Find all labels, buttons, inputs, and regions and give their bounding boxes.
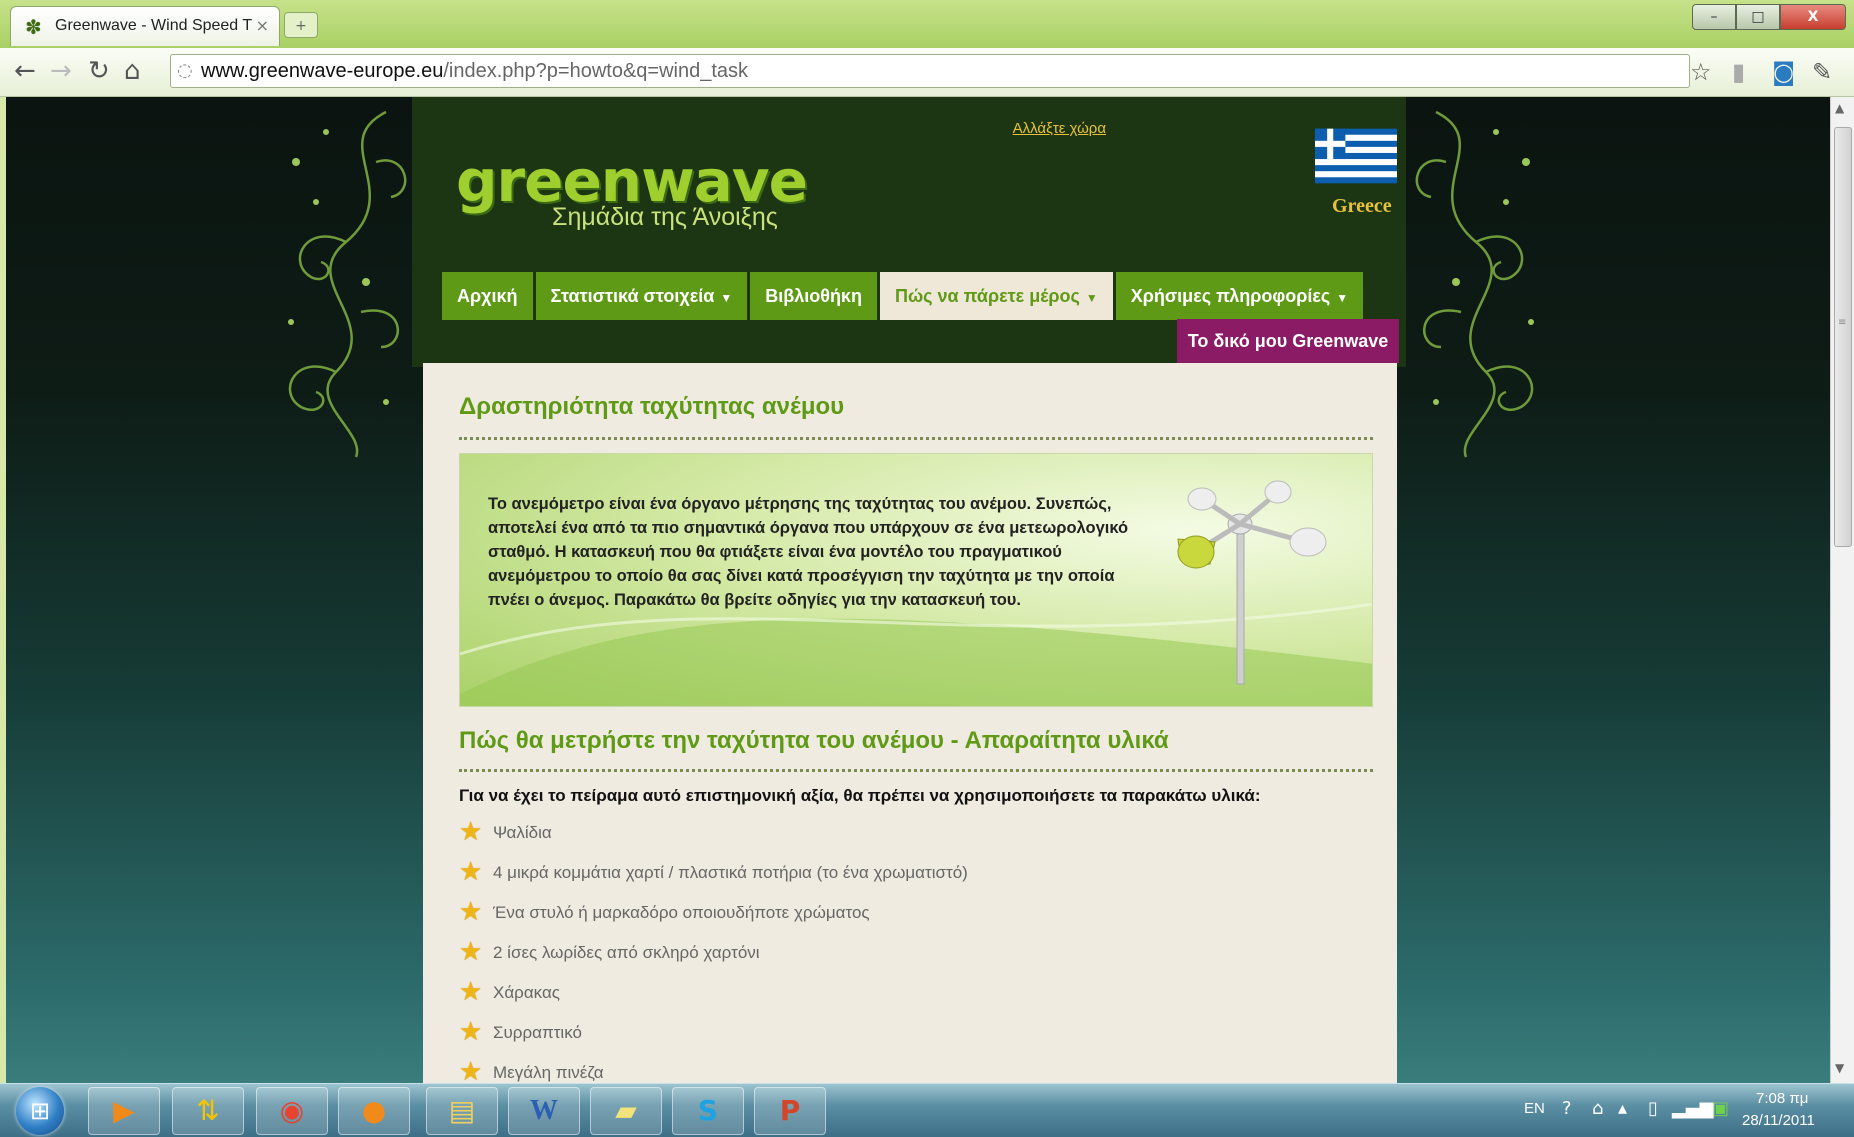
explorer-folder-icon[interactable]: ▤ [426,1087,498,1135]
media-player-icon[interactable]: ▶ [88,1087,160,1135]
back-arrow-icon[interactable]: ← [14,56,36,86]
scroll-down-arrow-icon[interactable]: ▼ [1835,1061,1844,1075]
globe-icon: ◌ [177,60,193,81]
chevron-down-icon: ▼ [1085,291,1098,305]
country-name: Greece [1332,195,1392,217]
nav-item-how-to-participate[interactable]: Πώς να πάρετε μέρος ▼ [879,272,1113,320]
scroll-up-arrow-icon[interactable]: ▲ [1835,101,1844,115]
window-controls: – □ X [1692,4,1846,34]
nav-item-useful-info[interactable]: Χρήσιμες πληροφορίες ▼ [1115,272,1364,320]
signal-bars-icon[interactable]: ▮ [1732,58,1745,86]
greenwave-leaf-icon: ✽ [25,15,42,39]
star-bullet-icon: ★ [459,977,483,1007]
chevron-down-icon: ▼ [1336,291,1349,305]
reload-icon[interactable]: ↻ [88,56,110,86]
intro-text: Το ανεμόμετρο είναι ένα όργανο μέτρησης … [488,495,1129,609]
star-bullet-icon: ★ [459,1017,483,1047]
transfer-app-icon[interactable]: ⇅ [172,1087,244,1135]
my-greenwave-button[interactable]: Το δικό μου Greenwave [1177,319,1399,363]
intro-panel: Το ανεμόμετρο είναι ένα όργανο μέτρησης … [459,453,1373,707]
dotted-divider [459,769,1373,772]
greece-flag-icon[interactable] [1315,124,1397,188]
new-tab-button[interactable]: + [284,12,318,38]
main-nav: Αρχική Στατιστικά στοιχεία ▼ Βιβλιοθήκη Π… [442,272,1366,320]
chrome-icon[interactable]: ◉ [256,1087,328,1135]
skype-icon[interactable]: S [672,1087,744,1135]
nav-item-statistics[interactable]: Στατιστικά στοιχεία ▼ [535,272,748,320]
bookmark-star-icon[interactable]: ☆ [1690,58,1712,86]
materials-lead-text: Για να έχει το πείραμα αυτό επιστημονική… [459,786,1261,805]
star-bullet-icon: ★ [459,937,483,967]
clock-date[interactable]: 28/11/2011 [1742,1112,1815,1129]
maximize-button[interactable]: □ [1736,4,1780,30]
firefox-icon[interactable]: ● [338,1087,410,1135]
url-text: www.greenwave-europe.eu/index.php?p=howt… [201,60,749,82]
browser-titlebar: ✽ Greenwave - Wind Speed T × + – □ X [0,0,1854,48]
vine-decoration-right [1415,110,1534,458]
address-bar[interactable]: ◌ www.greenwave-europe.eu/index.php?p=ho… [170,54,1690,88]
page-title: Δραστηριότητα ταχύτητας ανέμου [459,393,845,420]
star-bullet-icon: ★ [459,817,483,847]
powerpoint-icon[interactable]: P [754,1087,826,1135]
home-icon[interactable]: ⌂ [124,56,141,86]
nav-item-library[interactable]: Βιβλιοθήκη [750,272,877,320]
star-bullet-icon: ★ [459,857,483,887]
battery-icon[interactable]: ▯ [1648,1098,1658,1119]
tab-title: Greenwave - Wind Speed T [55,17,253,34]
clock-time[interactable]: 7:08 πμ [1756,1090,1808,1107]
nav-item-home[interactable]: Αρχική [442,272,533,320]
star-bullet-icon: ★ [459,1057,483,1083]
main-content: Δραστηριότητα ταχύτητας ανέμου Το ανεμόμ… [423,363,1397,1083]
browser-tab[interactable]: ✽ Greenwave - Wind Speed T × [10,6,280,46]
page-scrollbar[interactable]: ▲ ≡ ▼ [1830,97,1854,1083]
vine-decoration-left [288,110,407,458]
dotted-divider [459,437,1373,440]
network-signal-icon[interactable]: ▂▄▆ [1672,1098,1714,1119]
web-page: greenwave Σημάδια της Άνοιξης Αλλάξτε χώ… [6,97,1830,1083]
scrollbar-thumb[interactable] [1834,127,1852,547]
close-window-button[interactable]: X [1780,4,1846,30]
chevron-down-icon: ▼ [720,291,733,305]
minimize-button[interactable]: – [1692,4,1736,30]
start-button[interactable]: ⊞ [16,1087,64,1135]
system-tray: EN ? ⌂ ▴ ▯ ▂▄▆ ▣ 7:08 πμ 28/11/2011 [1520,1084,1854,1137]
forward-arrow-icon[interactable]: → [50,56,72,86]
tray-app-icon[interactable]: ▣ [1712,1098,1729,1119]
help-icon[interactable]: ? [1562,1098,1572,1119]
folder-icon[interactable]: ▰ [590,1087,662,1135]
anemometer-image [1177,480,1327,685]
extension-icon[interactable]: ◙ [1772,58,1795,86]
windows-taskbar: ⊞ ▶ ⇅ ◉ ● ▤ W ▰ S P EN ? ⌂ ▴ ▯ ▂▄▆ ▣ 7:0… [0,1083,1854,1137]
show-hidden-icons-arrow[interactable]: ▴ [1618,1098,1627,1119]
wrench-icon[interactable]: ✎ [1812,58,1832,86]
language-indicator[interactable]: EN [1524,1100,1545,1117]
site-tagline: Σημάδια της Άνοιξης [552,203,778,231]
word-icon[interactable]: W [508,1087,580,1135]
tab-close-icon[interactable]: × [256,16,269,35]
site-header: greenwave Σημάδια της Άνοιξης Αλλάξτε χώ… [412,97,1406,367]
change-country-link[interactable]: Αλλάξτε χώρα [1013,120,1106,137]
star-bullet-icon: ★ [459,897,483,927]
notification-icon[interactable]: ⌂ [1592,1098,1603,1119]
scroll-grip-icon: ≡ [1838,317,1847,328]
browser-toolbar: ← → ↻ ⌂ ◌ www.greenwave-europe.eu/index.… [0,48,1854,97]
materials-heading: Πώς θα μετρήστε την ταχύτητα του ανέμου … [459,727,1169,754]
